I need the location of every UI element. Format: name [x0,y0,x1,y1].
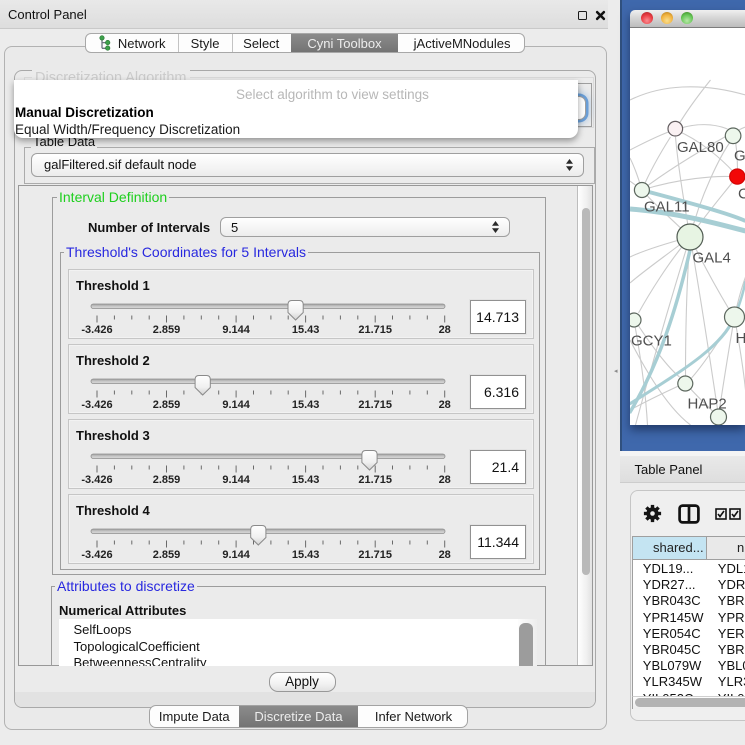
svg-text:HAP2: HAP2 [687,396,726,413]
svg-text:GA: GA [734,148,745,165]
svg-text:GAL4: GAL4 [692,250,730,267]
svg-text:CA: CA [738,186,745,203]
svg-text:GAL11: GAL11 [644,199,690,216]
svg-text:HA: HA [735,330,745,347]
svg-text:GCY1: GCY1 [631,333,672,350]
svg-text:GAL80: GAL80 [677,139,724,156]
